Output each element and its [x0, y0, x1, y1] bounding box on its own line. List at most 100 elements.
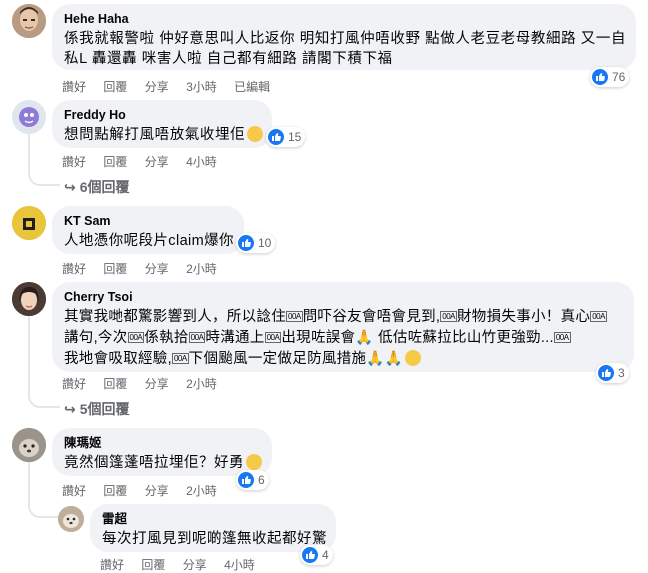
- view-replies-link[interactable]: ↪ 5個回覆: [64, 399, 130, 419]
- pet-photo-avatar-icon: [12, 428, 46, 462]
- edited-label: 已編輯: [234, 80, 271, 94]
- grinning-emoji-icon: [246, 454, 262, 470]
- folded-hands-emoji-icon: 🙏🙏: [366, 351, 403, 367]
- comment-text: 每次打風見到呢啲篷無收起都好驚: [102, 531, 327, 547]
- reply-arrow-icon: ↪: [64, 401, 76, 417]
- reaction-count[interactable]: 10: [236, 233, 276, 253]
- thumbs-up-icon: [302, 547, 318, 563]
- like-button[interactable]: 讚好: [62, 80, 86, 94]
- unrenderable-glyph-icon: 00A: [286, 311, 303, 322]
- folded-hands-emoji-icon: 🙏: [355, 330, 374, 346]
- avatar[interactable]: [12, 428, 46, 462]
- like-button[interactable]: 讚好: [62, 377, 86, 391]
- unrenderable-glyph-icon: 00A: [553, 332, 571, 343]
- reply-button[interactable]: 回覆: [103, 155, 127, 169]
- reaction-count[interactable]: 3: [596, 363, 629, 383]
- comment-bubble: KT Sam 人地憑你呢段片claim爆你: [52, 206, 244, 254]
- reaction-count[interactable]: 6: [236, 470, 269, 490]
- comment-bubble: Hehe Haha 係我就報警啦 仲好意思叫人比返你 明知打風仲唔收野 點做人老…: [52, 4, 636, 70]
- thread-line-cherry: [28, 316, 30, 394]
- comment-text-line1: 係我就報警啦 仲好意思叫人比返你 明知打風仲唔收野 點做人老豆老母教細路 又一自: [64, 31, 627, 47]
- comment-author[interactable]: 陳瑪姬: [64, 435, 260, 451]
- timestamp[interactable]: 2小時: [186, 484, 217, 498]
- unrenderable-glyph-icon: 00A: [171, 353, 189, 364]
- reaction-number: 4: [322, 548, 329, 562]
- timestamp[interactable]: 3小時: [186, 80, 217, 94]
- reply-button[interactable]: 回覆: [103, 484, 127, 498]
- timestamp[interactable]: 2小時: [186, 262, 217, 276]
- comment-text-line2: 私L 轟還轟 咪害人啦 自己都有細路 請閣下積下福: [64, 51, 393, 67]
- reaction-number: 76: [612, 70, 626, 84]
- woman-face-avatar-icon: [12, 282, 46, 316]
- reply-arrow-icon: ↪: [64, 179, 76, 195]
- grinning-emoji-icon: [247, 126, 264, 142]
- comment-actions: 讚好 回覆 分享 2小時: [62, 260, 231, 277]
- share-button[interactable]: 分享: [145, 377, 169, 391]
- reply-button[interactable]: 回覆: [103, 80, 127, 94]
- reaction-count[interactable]: 4: [300, 545, 333, 565]
- like-button[interactable]: 讚好: [100, 558, 124, 572]
- reaction-number: 6: [258, 473, 265, 487]
- reaction-count[interactable]: 76: [590, 67, 630, 87]
- comment-author[interactable]: Freddy Ho: [64, 107, 260, 123]
- thumbs-up-icon: [238, 472, 254, 488]
- reply-button[interactable]: 回覆: [141, 558, 165, 572]
- comment-text: 想問點解打風唔放氣收埋佢: [64, 125, 264, 145]
- comment-actions: 讚好 回覆 分享 3小時 已編輯: [62, 78, 284, 95]
- like-button[interactable]: 讚好: [62, 262, 86, 276]
- comment-actions: 讚好 回覆 分享 4小時: [62, 153, 231, 170]
- like-button[interactable]: 讚好: [62, 484, 86, 498]
- thumbs-up-icon: [598, 365, 614, 381]
- comment-actions: 讚好 回覆 分享 2小時: [62, 375, 231, 392]
- comment-author[interactable]: 雷超: [102, 511, 324, 527]
- thumbs-up-icon: [238, 235, 254, 251]
- view-replies-link[interactable]: ↪ 6個回覆: [64, 177, 130, 197]
- share-button[interactable]: 分享: [145, 155, 169, 169]
- timestamp[interactable]: 2小時: [186, 377, 217, 391]
- comment-actions: 讚好 回覆 分享 2小時: [62, 482, 231, 499]
- reaction-count[interactable]: 15: [266, 127, 306, 147]
- thread-curve-freddy: [28, 168, 60, 186]
- reply-button[interactable]: 回覆: [103, 377, 127, 391]
- reply-bubble: 雷超 每次打風見到呢啲篷無收起都好驚: [90, 504, 336, 552]
- comment-author[interactable]: KT Sam: [64, 213, 232, 229]
- comment-text: 竟然個篷蓬唔拉埋佢？好勇: [64, 453, 262, 473]
- avatar[interactable]: [12, 100, 46, 134]
- reaction-number: 10: [258, 236, 272, 250]
- comment-actions: 讚好 回覆 分享 4小時: [100, 556, 269, 573]
- comment-author[interactable]: Hehe Haha: [64, 11, 624, 27]
- unrenderable-glyph-icon: 00A: [264, 332, 282, 343]
- dog-photo-avatar-icon: [58, 506, 84, 532]
- like-button[interactable]: 讚好: [62, 155, 86, 169]
- unrenderable-glyph-icon: 00A: [127, 332, 145, 343]
- timestamp[interactable]: 4小時: [224, 558, 255, 572]
- comment-text: 人地憑你呢段片claim爆你: [64, 233, 234, 249]
- comment-text: 其實我哋都驚影響到人，所以諗住 00A 問吓谷友會唔會見到, 00A 財物損失事小！真心…: [64, 309, 607, 367]
- reply-button[interactable]: 回覆: [103, 262, 127, 276]
- reaction-number: 3: [618, 366, 625, 380]
- thread-curve-cherry: [28, 390, 60, 408]
- comment-bubble: 陳瑪姬 竟然個篷蓬唔拉埋佢？好勇: [52, 428, 272, 476]
- cartoon-avatar-icon: [12, 100, 46, 134]
- man-face-avatar-icon: [12, 4, 46, 38]
- share-button[interactable]: 分享: [145, 484, 169, 498]
- comment-author[interactable]: Cherry Tsoi: [64, 289, 622, 305]
- share-button[interactable]: 分享: [145, 80, 169, 94]
- yellow-logo-avatar-icon: [12, 206, 46, 240]
- avatar[interactable]: [12, 282, 46, 316]
- thumbs-up-icon: [268, 129, 284, 145]
- thread-line-freddy: [28, 134, 30, 172]
- avatar[interactable]: [12, 206, 46, 240]
- comment-bubble: Cherry Tsoi 其實我哋都驚影響到人，所以諗住 00A 問吓谷友會唔會見到,…: [52, 282, 634, 372]
- reaction-number: 15: [288, 130, 302, 144]
- share-button[interactable]: 分享: [145, 262, 169, 276]
- thumbs-up-icon: [592, 69, 608, 85]
- share-button[interactable]: 分享: [183, 558, 207, 572]
- unrenderable-glyph-icon: 00A: [590, 311, 607, 322]
- avatar[interactable]: [58, 506, 84, 532]
- grinning-emoji-icon: [405, 350, 421, 366]
- avatar[interactable]: [12, 4, 46, 38]
- unrenderable-glyph-icon: 00A: [440, 311, 457, 322]
- unrenderable-glyph-icon: 00A: [188, 332, 206, 343]
- timestamp[interactable]: 4小時: [186, 155, 217, 169]
